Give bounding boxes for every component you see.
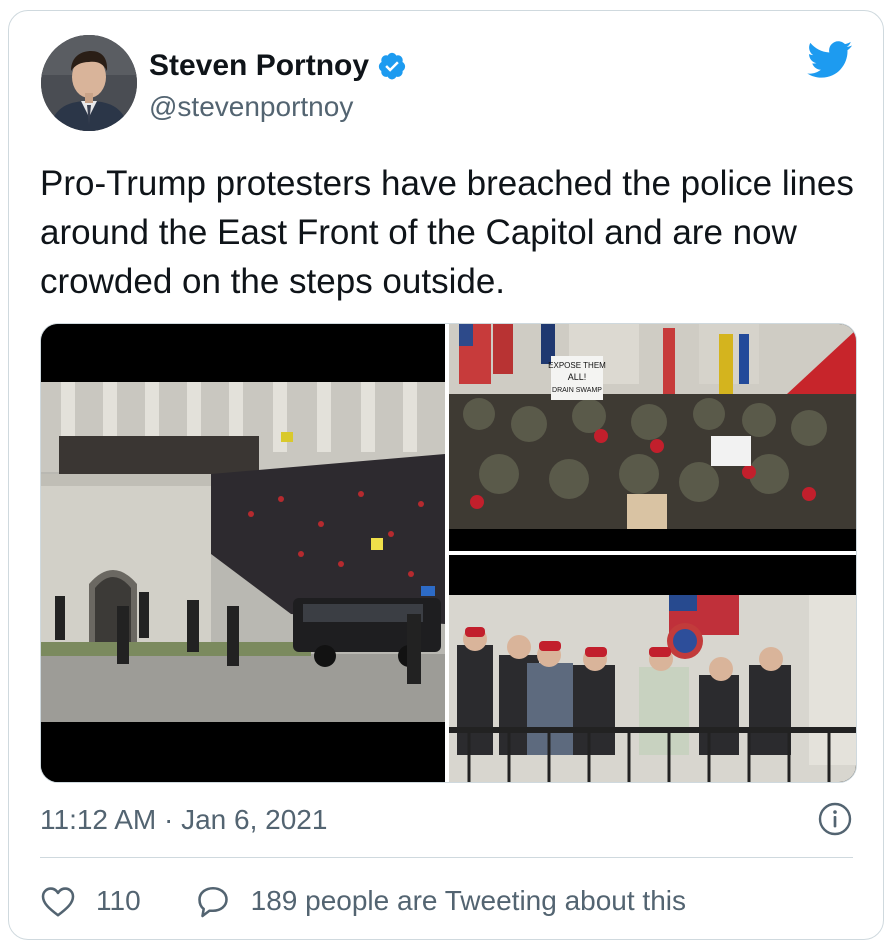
like-count: 110 [96,885,141,916]
svg-text:EXPOSE THEM: EXPOSE THEM [548,361,606,370]
display-name[interactable]: Steven Portnoy [149,49,369,83]
author-row[interactable]: Steven Portnoy [149,49,407,83]
media-grid[interactable]: EXPOSE THEM ALL! DRAIN SWAMP [40,323,857,783]
photo-capitol-steps-image [41,324,445,782]
avatar[interactable] [41,35,137,131]
info-icon[interactable] [817,801,853,837]
svg-text:DRAIN SWAMP: DRAIN SWAMP [552,387,602,394]
tweet-text: Pro-Trump protesters have breached the p… [40,164,854,301]
divider [40,857,853,858]
photo-crowd-flags[interactable]: EXPOSE THEM ALL! DRAIN SWAMP [449,324,856,551]
photo-balcony-crowd-image [449,555,856,782]
verified-badge-icon [378,52,406,80]
tweet-card[interactable]: Steven Portnoy @stevenportnoy Pro-Trump … [8,10,884,940]
like-button[interactable]: 110 [40,884,141,918]
photo-capitol-steps[interactable] [41,324,445,782]
tweeting-about-link[interactable]: 189 people are Tweeting about this [195,884,686,918]
speech-bubble-icon [197,886,228,918]
avatar-image [41,35,137,131]
photo-balcony-crowd[interactable] [449,555,856,782]
heart-icon [41,887,75,917]
twitter-bird-icon[interactable] [807,41,853,79]
engagement-bar: 110 189 people are Tweeting about this [40,879,686,923]
author-handle[interactable]: @stevenportnoy [149,91,353,123]
tweet-timestamp[interactable]: 11:12 AM · Jan 6, 2021 [40,803,327,837]
svg-text:ALL!: ALL! [568,372,587,382]
photo-crowd-flags-image: EXPOSE THEM ALL! DRAIN SWAMP [449,324,856,551]
tweeting-about-text: 189 people are Tweeting about this [250,885,687,916]
